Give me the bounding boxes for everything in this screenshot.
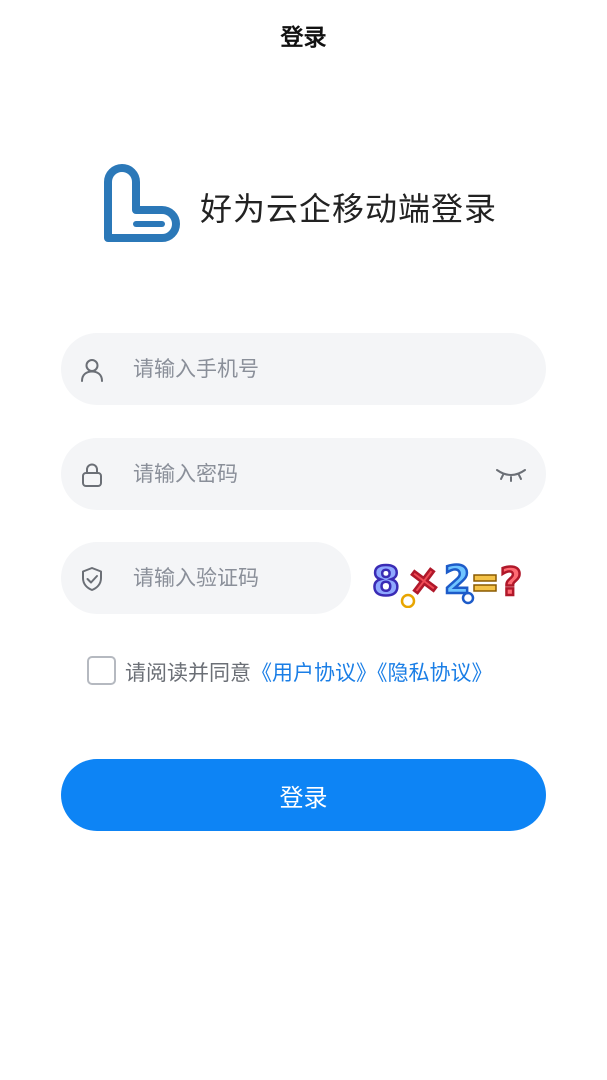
password-input[interactable]	[133, 438, 473, 510]
svg-text:2: 2	[444, 558, 470, 602]
brand-header: 好为云企移动端登录	[100, 160, 520, 246]
agreement-checkbox[interactable]	[87, 656, 116, 685]
brand-logo-icon	[104, 164, 180, 242]
agreement-prefix: 请阅读并同意	[125, 661, 251, 685]
login-page: 登录 好为云企移动端登录 请输入手机号 请输入验证码 8 × 2 ? 请阅读并同…	[0, 0, 607, 1080]
eye-closed-icon[interactable]	[494, 464, 528, 484]
captcha-input[interactable]	[133, 542, 333, 614]
user-agreement-link[interactable]: 《用户协议》	[251, 661, 377, 685]
phone-field[interactable]	[61, 333, 546, 405]
password-field[interactable]	[61, 438, 546, 510]
shield-check-icon	[82, 567, 102, 591]
user-icon	[81, 359, 103, 382]
captcha-field[interactable]	[61, 542, 351, 614]
brand-title: 好为云企移动端登录	[200, 190, 498, 228]
svg-text:8: 8	[372, 559, 400, 605]
login-button[interactable]: 登录	[61, 759, 546, 831]
captcha-image[interactable]: 8 × 2 ?	[368, 553, 533, 608]
privacy-agreement-link[interactable]: 《隐私协议》	[377, 661, 493, 685]
svg-text:?: ?	[500, 560, 522, 604]
phone-input[interactable]	[133, 333, 473, 405]
svg-text:×: ×	[405, 556, 443, 604]
lock-icon	[82, 463, 102, 487]
agreement-text: 请阅读并同意《用户协议》《隐私协议》	[125, 657, 493, 687]
page-title: 登录	[280, 25, 327, 51]
